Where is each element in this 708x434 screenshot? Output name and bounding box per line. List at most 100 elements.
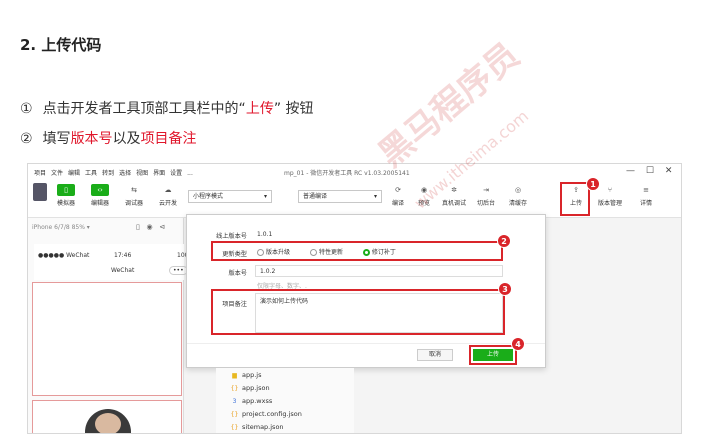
button-label: 清缓存 <box>508 200 527 207</box>
bug-icon: ✲ <box>451 186 457 194</box>
background-icon: ⇥ <box>483 186 489 194</box>
close-icon[interactable]: ✕ <box>665 166 673 176</box>
phone-content-box <box>32 282 182 396</box>
menu: 项目 文件 编辑 工具 转到 选择 视图 界面 设置... <box>34 168 198 177</box>
cancel-button[interactable]: 取消 <box>417 349 453 361</box>
mode-select[interactable]: 小程序模式 ▾ <box>188 190 272 203</box>
file-name: sitemap.json <box>242 423 284 431</box>
button-label: 版本管理 <box>597 200 622 207</box>
button-label: 切后台 <box>476 200 495 207</box>
watermark-logo: 黑马程序员 <box>371 35 528 176</box>
file-sitemap[interactable]: {} sitemap.json <box>230 423 284 431</box>
time: 17:46 <box>114 252 132 259</box>
highlight-note: 项目备注 <box>140 131 197 147</box>
upload-dialog: 线上版本号 1.0.1 更新类型 版本升级 特性更新 修订补丁 2 版本号 1.… <box>186 214 546 368</box>
button-label: 编辑器 <box>90 200 109 207</box>
step-number: ① <box>20 101 33 117</box>
debugger-button[interactable]: ⇆ 调试器 <box>116 182 152 207</box>
photo-frame <box>32 400 182 433</box>
js-file-icon: ▆ <box>232 372 237 379</box>
select-value: 小程序模式 <box>193 193 224 200</box>
button-label: 模拟器 <box>56 200 75 207</box>
file-name: app.js <box>242 371 262 379</box>
callout-badge-2: 2 <box>497 234 511 248</box>
section-heading: 2. 上传代码 <box>20 36 102 54</box>
step-1: ① 点击开发者工具顶部工具栏中的“上传” 按钮 <box>20 98 314 118</box>
window-controls[interactable]: — ☐ ✕ <box>626 166 672 176</box>
menu-item[interactable]: 编辑 <box>68 170 80 177</box>
phone-status-area: ●●●●● WeChat 17:46 100 WeChat ••• <box>34 244 188 280</box>
highlight-version: 版本号 <box>70 131 113 147</box>
background-button[interactable]: ⇥ 切后台 <box>468 182 504 207</box>
cloud-icon: ☁ <box>164 186 172 194</box>
json-file-icon: {} <box>230 411 239 418</box>
branch-icon: ⑂ <box>607 186 613 194</box>
device-select[interactable]: iPhone 6/7/8 85% ▾ <box>32 224 90 231</box>
more-icon[interactable]: ••• <box>169 266 188 275</box>
callout-box-upload-confirm <box>469 345 517 365</box>
file-tree: ▆ app.js {} app.json 3 app.wxss {} project.c… <box>216 368 354 433</box>
css-file-icon: 3 <box>232 398 237 405</box>
button-label: 调试器 <box>124 200 143 207</box>
button-label: 编译 <box>391 200 404 207</box>
json-file-icon: {} <box>230 424 239 431</box>
callout-badge-4: 4 <box>511 337 525 351</box>
menu-item[interactable]: 视图 <box>136 170 148 177</box>
menu-item[interactable]: 项目 <box>34 170 46 177</box>
portrait-face <box>95 413 121 433</box>
button-label: 预览 <box>417 200 430 207</box>
file-name: app.wxss <box>242 397 273 405</box>
step-text-end: ” 按钮 <box>273 101 314 117</box>
carrier: ●●●●● WeChat <box>38 252 90 259</box>
menu-item[interactable]: 界面 <box>153 170 165 177</box>
menu-item[interactable]: 设置 <box>170 170 182 177</box>
step-number: ② <box>20 131 33 147</box>
file-app-wxss[interactable]: 3 app.wxss <box>230 397 273 405</box>
step-2: ② 填写版本号以及项目备注 <box>20 128 197 148</box>
menu-item[interactable]: 工具 <box>85 170 97 177</box>
simulator-button[interactable]: ▯ 模拟器 <box>48 182 84 207</box>
highlight-upload: 上传 <box>245 101 274 117</box>
details-button[interactable]: ≡ 详情 <box>628 182 664 207</box>
chevron-down-icon: ▾ <box>263 193 267 200</box>
button-label: 详情 <box>639 200 652 207</box>
version-input[interactable]: 1.0.2 <box>255 265 503 277</box>
compile-select[interactable]: 普通编译 ▾ <box>298 190 382 203</box>
menu-item[interactable]: ... <box>187 170 193 177</box>
minimize-icon[interactable]: — <box>626 166 635 176</box>
json-file-icon: {} <box>230 385 239 392</box>
editor-button[interactable]: ‹› 编辑器 <box>82 182 118 207</box>
step-text-mid: 以及 <box>112 131 141 147</box>
menu-item[interactable]: 文件 <box>51 170 63 177</box>
clear-cache-button[interactable]: ◎ 清缓存 <box>500 182 536 207</box>
window-title: mp_01 - 微信开发者工具 RC v1.03.2005141 <box>284 170 410 177</box>
callout-box-update-type <box>211 241 503 261</box>
toolbar: ▯ 模拟器 ‹› 编辑器 ⇆ 调试器 ☁ 云开发 小程序模式 ▾ 普通编译 ▾ ⟳ … <box>28 177 681 218</box>
maximize-icon[interactable]: ☐ <box>646 166 654 176</box>
version-label: 版本号 <box>228 270 247 277</box>
chevron-down-icon: ▾ <box>373 193 377 200</box>
code-icon: ‹› <box>91 184 109 196</box>
file-app-json[interactable]: {} app.json <box>230 384 270 392</box>
nav-title: WeChat <box>111 267 135 274</box>
cloud-button[interactable]: ☁ 云开发 <box>150 182 186 207</box>
menu-item[interactable]: 转到 <box>102 170 114 177</box>
select-value: 普通编译 <box>303 193 328 200</box>
layers-icon: ◎ <box>514 186 522 194</box>
refresh-icon: ⟳ <box>395 186 401 194</box>
online-version-label: 线上版本号 <box>216 233 247 240</box>
avatar[interactable] <box>33 183 47 201</box>
menu-item[interactable]: 选择 <box>119 170 131 177</box>
button-label: 真机调试 <box>441 200 466 207</box>
file-app-js[interactable]: ▆ app.js <box>230 371 262 379</box>
menu-icon: ≡ <box>643 186 649 194</box>
remote-debug-button[interactable]: ✲ 真机调试 <box>436 182 472 207</box>
file-name: project.config.json <box>242 410 302 418</box>
step-text: 点击开发者工具顶部工具栏中的“ <box>42 101 246 117</box>
simulator-panel: iPhone 6/7/8 85% ▾ ▯ ◉ ⊲ ●●●●● WeChat 17… <box>28 218 188 433</box>
devtools-screenshot: 项目 文件 编辑 工具 转到 选择 视图 界面 设置... mp_01 - 微信开发者工具 RC… <box>27 163 682 434</box>
callout-box-upload <box>560 182 590 216</box>
file-project-config[interactable]: {} project.config.json <box>230 410 302 418</box>
phone-icon: ▯ <box>57 184 75 196</box>
device-toolbar-icons[interactable]: ▯ ◉ ⊲ <box>136 223 165 231</box>
